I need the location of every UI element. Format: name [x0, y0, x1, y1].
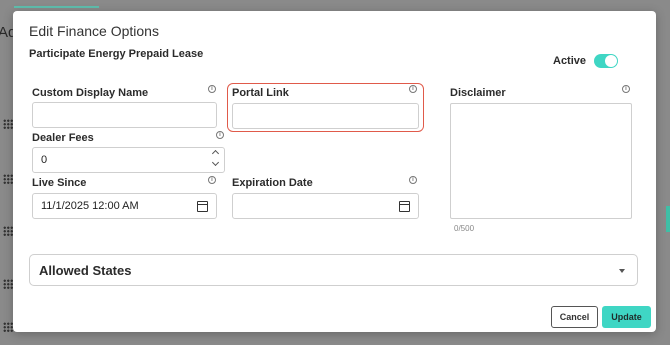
info-icon[interactable]: i [622, 85, 630, 93]
live-since-label: Live Since [32, 177, 87, 189]
number-stepper[interactable] [211, 149, 220, 167]
update-button[interactable]: Update [602, 306, 651, 328]
finance-option-name: Participate Energy Prepaid Lease [29, 48, 204, 60]
calendar-icon[interactable] [197, 201, 208, 212]
custom-display-name-input[interactable] [32, 102, 217, 128]
active-label: Active [553, 55, 587, 67]
dealer-fees-label: Dealer Fees [32, 132, 94, 144]
chevron-down-icon[interactable] [211, 158, 220, 167]
info-icon[interactable]: i [208, 85, 216, 93]
chevron-up-icon[interactable] [211, 149, 220, 158]
info-icon[interactable]: i [208, 176, 216, 184]
expiration-date-label: Expiration Date [232, 177, 313, 189]
live-since-value: 11/1/2025 12:00 AM [41, 200, 139, 212]
allowed-states-label: Allowed States [39, 263, 132, 278]
portal-link-label: Portal Link [232, 87, 289, 99]
live-since-input[interactable]: 11/1/2025 12:00 AM [32, 193, 217, 219]
background-accent-bar [666, 206, 670, 232]
disclaimer-label: Disclaimer [450, 87, 506, 99]
dialog-title: Edit Finance Options [29, 23, 159, 39]
disclaimer-char-counter: 0/500 [454, 224, 475, 233]
dealer-fees-input[interactable]: 0 [32, 147, 225, 173]
drag-handle-icon [3, 174, 13, 184]
allowed-states-accordion[interactable]: Allowed States [29, 254, 638, 286]
info-icon[interactable]: i [409, 85, 417, 93]
caret-down-icon [619, 269, 625, 273]
drag-handle-icon [3, 322, 13, 332]
cancel-button[interactable]: Cancel [551, 306, 598, 328]
expiration-date-input[interactable] [232, 193, 419, 219]
edit-finance-options-dialog: Edit Finance Options Participate Energy … [13, 11, 656, 332]
portal-link-input[interactable] [232, 103, 419, 129]
custom-display-name-label: Custom Display Name [32, 87, 149, 99]
background-tab-underline [14, 6, 99, 8]
drag-handle-icon [3, 226, 13, 236]
active-toggle-group: Active [553, 54, 619, 68]
drag-handle-icon [3, 279, 13, 289]
dealer-fees-value: 0 [41, 154, 48, 166]
toggle-knob [605, 55, 618, 67]
disclaimer-textarea[interactable] [450, 103, 632, 219]
calendar-icon[interactable] [399, 201, 410, 212]
info-icon[interactable]: i [409, 176, 417, 184]
active-toggle[interactable] [594, 54, 619, 68]
drag-handle-icon [3, 119, 13, 129]
info-icon[interactable]: i [216, 131, 224, 139]
